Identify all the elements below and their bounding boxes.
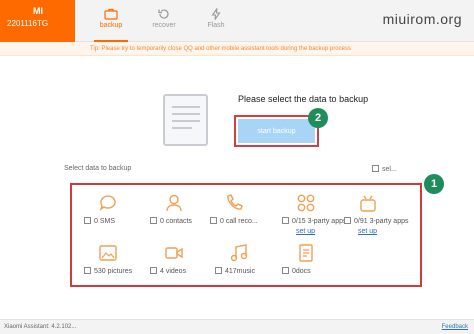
apps-icon xyxy=(297,194,315,212)
checkbox[interactable] xyxy=(282,267,289,274)
checkbox[interactable] xyxy=(215,267,222,274)
page-title: Please select the data to backup xyxy=(238,94,369,104)
phone-icon xyxy=(227,194,243,210)
item-label: 0/15 3-party apps xyxy=(292,218,347,225)
checkbox[interactable] xyxy=(84,267,91,274)
checkbox[interactable] xyxy=(372,165,379,172)
start-backup-button[interactable]: start backup xyxy=(234,115,319,147)
video-icon xyxy=(165,247,183,259)
item-call-records[interactable]: 0 call reco... xyxy=(210,193,282,225)
item-label: 0 contacts xyxy=(160,218,192,225)
item-sms[interactable]: 0 SMS xyxy=(84,193,156,225)
sms-icon xyxy=(99,195,116,211)
top-bar: MI 2201116TG backup recover Flash miuiro… xyxy=(0,0,474,42)
flash-icon xyxy=(211,8,221,20)
document-illustration xyxy=(163,94,208,146)
version-text: Xiaomi Assistant: 4.2.102... xyxy=(4,324,77,330)
tab-recover[interactable]: recover xyxy=(139,0,189,42)
data-selection-panel: 0 SMS 0 contacts 0 call reco... 0/15 3-p… xyxy=(70,183,422,287)
brand-watermark: miuirom.org xyxy=(382,11,462,27)
tab-flash[interactable]: Flash xyxy=(191,0,241,42)
checkbox[interactable] xyxy=(150,267,157,274)
checkbox[interactable] xyxy=(84,217,91,224)
item-label: 530 pictures xyxy=(94,268,133,275)
item-label: 0 SMS xyxy=(94,218,116,225)
music-icon xyxy=(230,244,248,262)
select-data-label: Select data to backup xyxy=(64,165,132,172)
item-music[interactable]: 417music xyxy=(215,243,287,275)
annotation-marker-2: 2 xyxy=(308,108,328,128)
device-name: 2201116TG xyxy=(7,19,49,28)
item-label: 0/91 3-party apps xyxy=(354,218,409,225)
checkbox[interactable] xyxy=(344,217,351,224)
item-pictures[interactable]: 530 pictures xyxy=(84,243,156,275)
checkbox[interactable] xyxy=(210,217,217,224)
select-all-checkbox[interactable]: sel... xyxy=(372,165,397,173)
item-label: 4 videos xyxy=(160,268,187,275)
recover-icon xyxy=(158,9,169,19)
checkbox[interactable] xyxy=(282,217,289,224)
item-label: 0docs xyxy=(292,268,311,275)
mi-logo: MI xyxy=(33,6,43,16)
tab-backup-label: backup xyxy=(99,22,123,29)
setup-link[interactable]: set up xyxy=(358,228,416,235)
tab-flash-label: Flash xyxy=(207,22,225,29)
tip-bar: Tip: Please try to temporarily close QQ … xyxy=(0,42,474,56)
device-panel[interactable]: MI 2201116TG xyxy=(0,0,75,42)
tab-recover-label: recover xyxy=(152,22,176,29)
select-all-label: sel... xyxy=(382,166,397,173)
tab-backup[interactable]: backup xyxy=(86,0,136,42)
item-docs[interactable]: 0docs xyxy=(282,243,354,275)
item-label: 0 call reco... xyxy=(220,218,258,225)
status-bar: Xiaomi Assistant: 4.2.102... Feedback xyxy=(0,319,474,334)
docs-icon xyxy=(299,244,313,262)
briefcase-icon xyxy=(104,8,118,20)
feedback-link[interactable]: Feedback xyxy=(442,320,468,334)
item-android-apps[interactable]: 0/91 3-party apps set up xyxy=(344,193,416,235)
android-icon xyxy=(360,195,376,212)
item-videos[interactable]: 4 videos xyxy=(150,243,222,275)
checkbox[interactable] xyxy=(150,217,157,224)
contacts-icon xyxy=(166,194,182,212)
annotation-marker-1: 1 xyxy=(424,174,444,194)
picture-icon xyxy=(99,245,117,261)
item-label: 417music xyxy=(225,268,255,275)
